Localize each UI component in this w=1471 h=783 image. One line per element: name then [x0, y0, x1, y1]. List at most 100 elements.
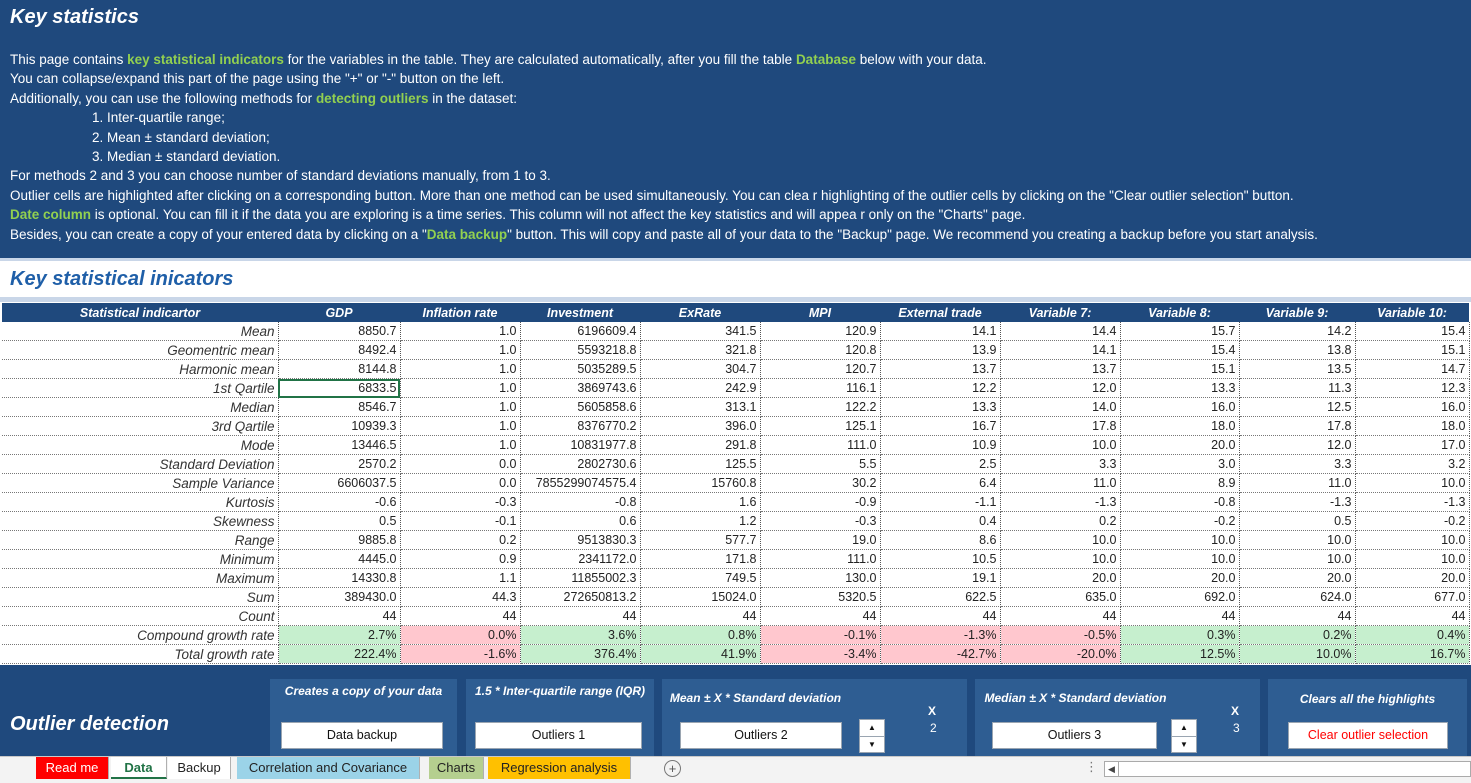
data-cell[interactable]: 44.3 [400, 587, 521, 607]
data-cell[interactable]: 8850.7 [278, 322, 401, 341]
data-cell[interactable]: 15.4 [1120, 340, 1240, 360]
data-cell[interactable]: 0.9 [400, 549, 521, 569]
row-label[interactable]: Mean [2, 322, 279, 341]
data-cell[interactable]: 10.5 [880, 549, 1001, 569]
data-cell[interactable]: 14.4 [1000, 322, 1121, 341]
data-cell[interactable]: 1.0 [400, 378, 521, 398]
data-cell[interactable]: 622.5 [880, 587, 1001, 607]
data-cell[interactable]: 5035289.5 [520, 359, 641, 379]
data-cell[interactable]: 5605858.6 [520, 397, 641, 417]
data-cell[interactable]: 120.9 [760, 322, 881, 341]
data-cell[interactable]: 10.0 [1000, 530, 1121, 550]
data-cell[interactable]: 3.6% [520, 625, 641, 645]
data-cell[interactable]: 20.0 [1355, 568, 1470, 588]
row-label[interactable]: Geomentric mean [2, 340, 279, 360]
data-cell[interactable]: 10.0 [1120, 530, 1240, 550]
data-cell[interactable]: 8.6 [880, 530, 1001, 550]
data-cell[interactable]: 692.0 [1120, 587, 1240, 607]
data-cell[interactable]: 0.0 [400, 454, 521, 474]
data-cell[interactable]: 0.8% [640, 625, 761, 645]
data-cell[interactable]: 1.1 [400, 568, 521, 588]
data-cell[interactable]: 13.7 [880, 359, 1001, 379]
data-cell[interactable]: 15.1 [1355, 340, 1470, 360]
data-cell[interactable]: 1.6 [640, 492, 761, 512]
data-cell[interactable]: 44 [1239, 606, 1356, 626]
data-cell[interactable]: -0.8 [520, 492, 641, 512]
data-cell[interactable]: 577.7 [640, 530, 761, 550]
data-cell[interactable]: 8546.7 [278, 397, 401, 417]
data-cell[interactable]: 1.0 [400, 322, 521, 341]
data-backup-button[interactable]: Data backup [281, 722, 443, 749]
data-cell[interactable]: 116.1 [760, 378, 881, 398]
data-cell[interactable]: 376.4% [520, 644, 641, 664]
data-cell[interactable]: 624.0 [1239, 587, 1356, 607]
spinner-up-icon[interactable]: ▲ [1172, 720, 1196, 737]
data-cell[interactable]: 12.0 [1000, 378, 1121, 398]
data-cell[interactable]: 14.2 [1239, 322, 1356, 341]
data-cell[interactable]: 0.5 [1239, 511, 1356, 531]
data-cell[interactable]: 44 [278, 606, 401, 626]
sheet-tab[interactable]: Read me [36, 757, 109, 779]
data-cell[interactable]: 8376770.2 [520, 416, 641, 436]
data-cell[interactable]: 14.1 [880, 322, 1001, 341]
data-cell[interactable]: 313.1 [640, 397, 761, 417]
data-cell[interactable]: -1.3 [1355, 492, 1470, 512]
data-cell[interactable]: 3.3 [1239, 454, 1356, 474]
data-cell[interactable]: 2.5 [880, 454, 1001, 474]
mean-x-spinner[interactable]: ▲ ▼ [859, 719, 885, 753]
data-cell[interactable]: 16.7 [880, 416, 1001, 436]
data-cell[interactable]: 120.8 [760, 340, 881, 360]
data-cell[interactable]: -0.2 [1120, 511, 1240, 531]
data-cell[interactable]: 6.4 [880, 473, 1001, 493]
data-cell[interactable]: 13.8 [1239, 340, 1356, 360]
data-cell[interactable]: 12.3 [1355, 378, 1470, 398]
row-label[interactable]: Minimum [2, 549, 279, 569]
data-cell[interactable]: 44 [1120, 606, 1240, 626]
data-cell[interactable]: 12.5 [1239, 397, 1356, 417]
sheet-tab[interactable]: Data [111, 757, 167, 779]
data-cell[interactable]: 17.8 [1239, 416, 1356, 436]
row-label[interactable]: Harmonic mean [2, 359, 279, 379]
data-cell[interactable]: 4445.0 [278, 549, 401, 569]
data-cell[interactable]: 130.0 [760, 568, 881, 588]
data-cell[interactable]: 9885.8 [278, 530, 401, 550]
data-cell[interactable]: 44 [760, 606, 881, 626]
data-cell[interactable]: 11.0 [1239, 473, 1356, 493]
row-label[interactable]: Compound growth rate [2, 625, 279, 645]
data-cell[interactable]: 0.4 [880, 511, 1001, 531]
data-cell[interactable]: 13.9 [880, 340, 1001, 360]
row-label[interactable]: Range [2, 530, 279, 550]
data-cell[interactable]: 222.4% [278, 644, 401, 664]
data-cell[interactable]: 44 [880, 606, 1001, 626]
data-cell[interactable]: 635.0 [1000, 587, 1121, 607]
sheet-tab[interactable]: Regression analysis [488, 757, 631, 779]
data-cell[interactable]: 9513830.3 [520, 530, 641, 550]
data-cell[interactable]: 6196609.4 [520, 322, 641, 341]
data-cell[interactable]: 125.1 [760, 416, 881, 436]
data-cell[interactable]: -0.9 [760, 492, 881, 512]
data-cell[interactable]: -1.3 [1239, 492, 1356, 512]
data-cell[interactable]: -1.3% [880, 625, 1001, 645]
data-cell[interactable]: 2341172.0 [520, 549, 641, 569]
data-cell[interactable]: 389430.0 [278, 587, 401, 607]
data-cell[interactable]: 17.0 [1355, 435, 1470, 455]
outliers-3-button[interactable]: Outliers 3 [992, 722, 1157, 749]
data-cell[interactable]: -0.1% [760, 625, 881, 645]
row-label[interactable]: Maximum [2, 568, 279, 588]
data-cell[interactable]: 5593218.8 [520, 340, 641, 360]
data-cell[interactable]: 19.0 [760, 530, 881, 550]
data-cell[interactable]: 0.2% [1239, 625, 1356, 645]
data-cell[interactable]: 10.0 [1355, 549, 1470, 569]
spinner-up-icon[interactable]: ▲ [860, 720, 884, 737]
data-cell[interactable]: 10.0 [1355, 530, 1470, 550]
data-cell[interactable]: -0.8 [1120, 492, 1240, 512]
data-cell[interactable]: -0.2 [1355, 511, 1470, 531]
data-cell[interactable]: 120.7 [760, 359, 881, 379]
data-cell[interactable]: 5.5 [760, 454, 881, 474]
data-cell[interactable]: 41.9% [640, 644, 761, 664]
data-cell[interactable]: 15.1 [1120, 359, 1240, 379]
row-label[interactable]: Mode [2, 435, 279, 455]
data-cell[interactable]: 10.0 [1120, 549, 1240, 569]
data-cell[interactable]: 304.7 [640, 359, 761, 379]
data-cell[interactable]: 12.2 [880, 378, 1001, 398]
